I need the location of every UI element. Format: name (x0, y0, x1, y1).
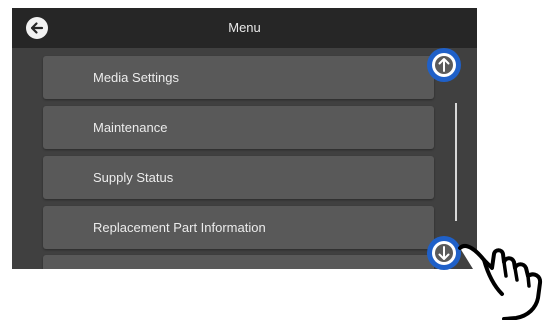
scroll-up-button[interactable] (427, 48, 461, 82)
menu-item-supply-status[interactable]: Supply Status (43, 156, 434, 199)
printer-control-screen: Menu Media Settings Maintenance Supply S… (12, 8, 477, 269)
menu-item-media-settings[interactable]: Media Settings (43, 56, 434, 99)
back-button[interactable] (26, 17, 48, 39)
header-bar: Menu (12, 8, 477, 48)
scrollbar-track[interactable] (455, 103, 457, 221)
page-title: Menu (228, 20, 261, 35)
menu-item-partial[interactable] (43, 255, 434, 269)
menu-item-replacement-part-information[interactable]: Replacement Part Information (43, 206, 434, 249)
arrow-up-icon (438, 58, 450, 72)
pointing-hand-icon (458, 243, 543, 320)
menu-item-maintenance[interactable]: Maintenance (43, 106, 434, 149)
arrow-left-icon (30, 22, 44, 34)
